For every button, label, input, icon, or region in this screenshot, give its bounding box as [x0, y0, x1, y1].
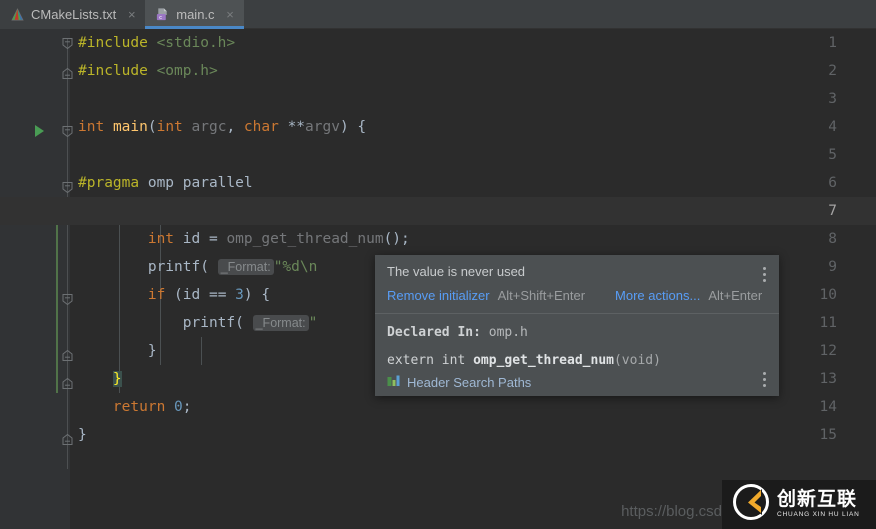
popup-documentation: Declared In: omp.h extern int omp_get_th… [375, 314, 779, 396]
logo-chinese-name: 创新互联 [777, 488, 858, 511]
cx-logo-icon [731, 482, 771, 527]
line-number: 8 [828, 231, 837, 247]
close-icon[interactable]: × [126, 8, 137, 21]
tab-label: main.c [176, 7, 215, 22]
blog-url-watermark: https://blog.csd [621, 503, 722, 520]
line-number-row: 5 [0, 141, 876, 169]
line-number: 7 [828, 203, 837, 219]
line-number-row-current: 7 [0, 197, 876, 225]
popup-header: The value is never used Remove initializ… [375, 255, 779, 313]
line-number: 12 [819, 343, 837, 359]
more-actions-link[interactable]: More actions... [615, 288, 700, 303]
line-number-row: 6 [0, 169, 876, 197]
fold-collapse-icon[interactable] [61, 377, 74, 390]
cmake-icon [10, 7, 25, 22]
remove-initializer-link[interactable]: Remove initializer [387, 288, 490, 303]
brand-logo: 创新互联 CHUANG XIN HU LIAN [722, 480, 876, 529]
popup-footer-menu-icon[interactable] [763, 372, 766, 387]
run-main-icon[interactable] [35, 125, 44, 137]
logo-pinyin: CHUANG XIN HU LIAN [777, 511, 860, 519]
line-number: 11 [819, 315, 837, 331]
close-icon[interactable]: × [225, 8, 236, 21]
line-number: 15 [819, 427, 837, 443]
line-number: 5 [828, 147, 837, 163]
fold-collapse-icon[interactable] [61, 67, 74, 80]
popup-header-menu-icon[interactable] [763, 267, 766, 282]
line-number: 10 [819, 287, 837, 303]
signature-prefix: extern int [387, 353, 474, 368]
line-number-row: 8 [0, 225, 876, 253]
header-search-paths-label: Header Search Paths [407, 374, 532, 390]
logo-text-block: 创新互联 CHUANG XIN HU LIAN [777, 490, 860, 519]
line-number: 1 [828, 35, 837, 51]
fold-collapse-icon[interactable] [61, 293, 74, 306]
line-number-row: 1 [0, 29, 876, 57]
line-number: 6 [828, 175, 837, 191]
line-number: 2 [828, 63, 837, 79]
signature-name: omp_get_thread_num [473, 353, 614, 368]
line-number-row: 4 [0, 113, 876, 141]
declared-in-row: Declared In: omp.h [387, 325, 767, 340]
fold-collapse-icon[interactable] [61, 181, 74, 194]
line-number: 4 [828, 119, 837, 135]
fold-collapse-icon[interactable] [61, 125, 74, 138]
function-signature: extern int omp_get_thread_num(void) [387, 353, 767, 368]
popup-title: The value is never used [387, 264, 526, 279]
c-file-icon: c [155, 7, 170, 22]
header-search-paths-row[interactable]: Header Search Paths [387, 374, 767, 390]
declared-in-label: Declared In: [387, 325, 481, 340]
remove-initializer-shortcut: Alt+Shift+Enter [497, 288, 586, 303]
intention-popup[interactable]: The value is never used Remove initializ… [375, 255, 779, 396]
bar-chart-icon [387, 374, 401, 390]
fold-collapse-icon[interactable] [61, 37, 74, 50]
svg-text:c: c [159, 15, 162, 21]
line-number: 3 [828, 91, 837, 107]
line-number-row: 15 [0, 421, 876, 449]
line-number-row: 2 [0, 57, 876, 85]
line-number-row: 14 [0, 393, 876, 421]
line-number: 9 [828, 259, 837, 275]
tab-cmakelists[interactable]: CMakeLists.txt × [0, 0, 146, 29]
more-actions-shortcut: Alt+Enter [708, 288, 763, 303]
clion-editor-window: CMakeLists.txt × c main.c × #include <st… [0, 0, 876, 529]
editor-tab-bar: CMakeLists.txt × c main.c × [0, 0, 876, 29]
tab-main-c[interactable]: c main.c × [145, 0, 244, 29]
fold-collapse-icon[interactable] [61, 349, 74, 362]
declared-in-file: omp.h [488, 325, 528, 340]
line-number-row: 3 [0, 85, 876, 113]
line-number: 14 [819, 399, 837, 415]
fold-collapse-icon[interactable] [61, 433, 74, 446]
signature-suffix: (void) [613, 353, 661, 368]
line-number: 13 [819, 371, 837, 387]
popup-action-row: Remove initializer Alt+Shift+Enter More … [387, 288, 767, 303]
tab-label: CMakeLists.txt [31, 7, 117, 22]
